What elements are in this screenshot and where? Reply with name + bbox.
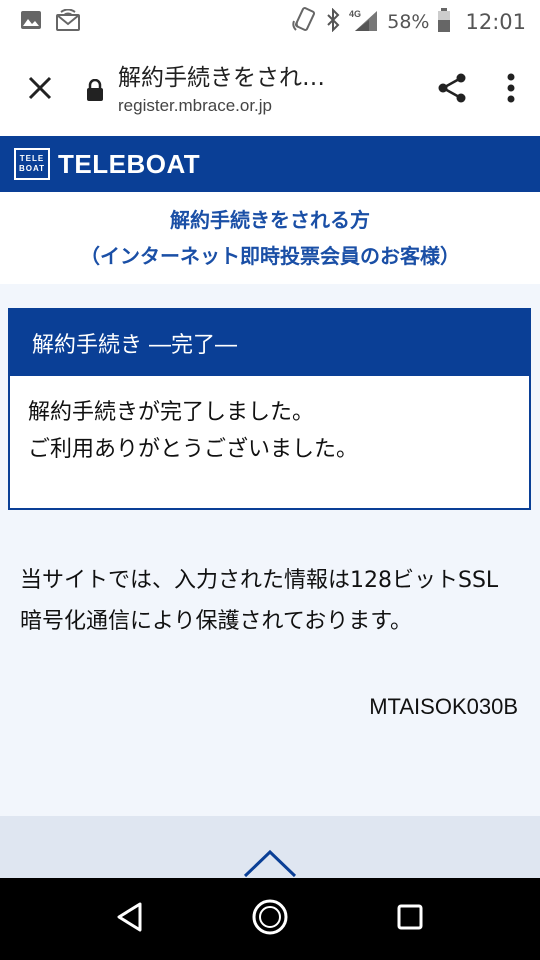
overflow-menu-button[interactable]	[482, 44, 540, 136]
signal-4g-icon: 4G	[349, 8, 379, 36]
logo-mark-top: TELE	[19, 154, 45, 163]
status-time: 12:01	[465, 10, 526, 34]
panel-title: 解約手続き ―完了―	[10, 310, 529, 376]
logo-text: TELEBOAT	[58, 148, 201, 179]
logo-mark: TELE BOAT	[14, 148, 50, 180]
close-icon	[27, 75, 53, 105]
svg-text:4G: 4G	[349, 9, 361, 19]
panel-message-1: 解約手続きが完了しました。	[28, 400, 315, 425]
recents-button[interactable]	[375, 884, 445, 954]
status-left-icons	[20, 8, 80, 35]
recents-square-icon	[396, 903, 424, 935]
bluetooth-icon	[325, 7, 341, 36]
status-bar: 4G 58% 12:01	[0, 0, 540, 44]
back-button[interactable]	[95, 884, 165, 954]
ssl-note: 当サイトでは、入力された情報は128ビットSSL暗号化通信により保護されておりま…	[20, 568, 499, 634]
cast-icon	[56, 8, 80, 35]
chevron-up-icon	[241, 848, 299, 878]
url-text: register.mbrace.or.jp	[118, 96, 273, 115]
home-button[interactable]	[235, 884, 305, 954]
page-top-button[interactable]	[241, 848, 299, 878]
system-nav-bar	[0, 878, 540, 960]
share-icon	[436, 72, 468, 108]
page-title: 解約手続きをされ…	[118, 65, 325, 91]
url-texts: 解約手続きをされ… register.mbrace.or.jp	[118, 62, 325, 118]
status-right-icons: 4G 58% 12:01	[291, 7, 526, 37]
share-button[interactable]	[422, 44, 482, 136]
panel-body: 解約手続きが完了しました。 ご利用ありがとうございました。	[10, 376, 529, 468]
site-header: TELE BOAT TELEBOAT	[0, 136, 540, 192]
home-circle-icon	[251, 898, 289, 940]
completion-panel: 解約手続き ―完了― 解約手続きが完了しました。 ご利用ありがとうございました。	[8, 308, 531, 510]
subtitle-line-1: 解約手続きをされる方	[170, 208, 370, 232]
back-triangle-icon	[115, 901, 145, 937]
battery-percent: 58%	[387, 11, 430, 33]
screen-code: MTAISOK030B	[369, 694, 518, 719]
logo-mark-bottom: BOAT	[18, 164, 46, 173]
image-icon	[20, 10, 42, 34]
panel-message-2: ご利用ありがとうございました。	[28, 437, 359, 462]
footer-area	[0, 816, 540, 878]
more-vertical-icon	[507, 73, 515, 107]
nfc-icon	[291, 7, 317, 37]
lock-icon	[80, 79, 110, 101]
close-tab-button[interactable]	[0, 44, 80, 136]
subtitle-line-2: （インターネット即時投票会員のお客様）	[80, 244, 460, 268]
main-content: 解約手続き ―完了― 解約手続きが完了しました。 ご利用ありがとうございました。…	[0, 284, 540, 816]
url-area[interactable]: 解約手続きをされ… register.mbrace.or.jp	[80, 62, 422, 118]
browser-toolbar: 解約手続きをされ… register.mbrace.or.jp	[0, 44, 540, 136]
battery-icon	[437, 8, 451, 36]
page-subtitle: 解約手続きをされる方 （インターネット即時投票会員のお客様）	[0, 192, 540, 284]
